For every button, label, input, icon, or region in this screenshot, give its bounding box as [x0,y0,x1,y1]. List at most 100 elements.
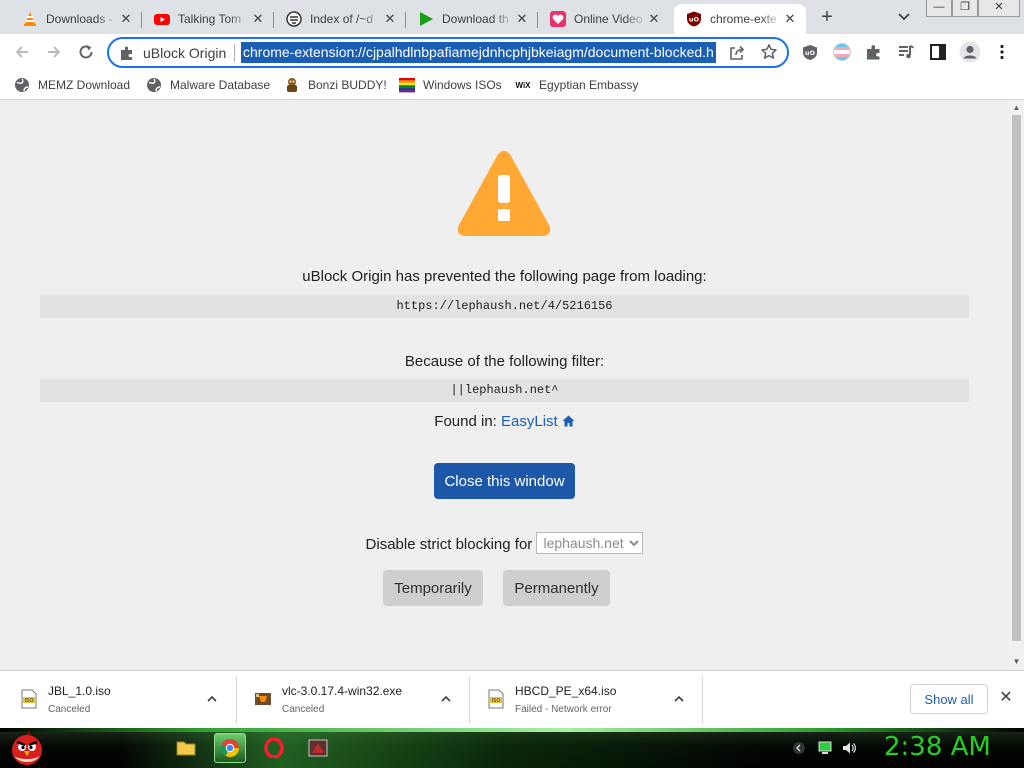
tab-strip: Downloads - ✕ Talking Tom ✕ Index of /~d… [0,0,1024,34]
download-filename: vlc-3.0.17.4-win32.exe [282,684,403,698]
vlc-cone-icon [22,11,38,27]
kebab-menu-icon[interactable] [993,43,1011,61]
tab-close-icon[interactable]: ✕ [118,11,134,27]
download-filename: JBL_1.0.iso [48,684,111,698]
download-status: Canceled [48,704,91,715]
warning-triangle-icon [454,145,554,239]
vertical-scrollbar[interactable]: ▲ ▼ [1009,101,1024,670]
tab-talking-tom[interactable]: Talking Tom ✕ [142,4,274,34]
bookmark-bonzi-buddy[interactable]: Bonzi BUDDY! [284,76,387,94]
chrome-icon[interactable] [214,733,246,763]
profile-avatar-icon[interactable] [959,41,981,63]
home-icon[interactable] [562,414,575,427]
download-separator [702,677,703,723]
easylist-link[interactable]: EasyList [501,413,558,430]
extension-name-chip: uBlock Origin [143,45,227,61]
bookmarks-bar: MEMZ Download Malware Database Bonzi BUD… [0,70,1024,100]
side-panel-icon[interactable] [929,43,947,61]
tab-close-icon[interactable]: ✕ [646,11,662,27]
disable-strict-label: Disable strict blocking for [365,536,537,553]
tab-downloads[interactable]: Downloads - ✕ [10,4,142,34]
media-playlist-icon[interactable] [897,43,915,61]
show-all-button[interactable]: Show all [910,684,988,714]
blocked-page: uBlock Origin has prevented the followin… [0,101,1009,670]
bookmark-egyptian-embassy[interactable]: WiX Egyptian Embassy [515,76,638,94]
bookmark-star-icon[interactable] [760,43,778,61]
maximize-button[interactable]: ❐ [952,0,978,17]
download-status: Canceled [282,704,325,715]
browser-toolbar: uBlock Origin chrome-extension://cjpalhd… [0,34,1024,70]
found-in-label: Found in: [434,413,501,430]
back-arrow-icon[interactable] [10,40,34,64]
tab-index-of[interactable]: Index of /~d ✕ [274,4,406,34]
close-window-page-button[interactable]: Close this window [434,463,575,499]
temporarily-button[interactable]: Temporarily [383,570,483,606]
tab-close-icon[interactable]: ✕ [782,11,798,27]
prevented-message: uBlock Origin has prevented the followin… [302,268,707,285]
bookmark-label: Bonzi BUDDY! [308,78,387,92]
permanently-button[interactable]: Permanently [503,570,610,606]
tab-title: Online Video [574,12,643,26]
bookmark-windows-isos[interactable]: Windows ISOs [399,76,502,94]
close-shelf-icon[interactable]: ✕ [997,689,1015,707]
tab-title: Download th [442,12,509,26]
server-icon [286,11,302,27]
tab-search-chevron-icon[interactable] [894,8,914,26]
network-monitor-icon[interactable] [818,741,832,755]
url-text[interactable]: chrome-extension://cjpalhdlnbpafiamejdnh… [241,42,716,63]
domain-select[interactable]: lephaush.net [536,532,644,554]
app-icon[interactable] [302,733,334,763]
iso-file-icon: ISO [487,689,505,709]
new-tab-button[interactable]: + [815,6,839,30]
volume-icon[interactable] [842,741,856,755]
scroll-thumb[interactable] [1012,115,1021,641]
file-explorer-icon[interactable] [170,733,202,763]
tab-title: Downloads - [46,12,113,26]
download-shelf: ISO JBL_1.0.iso Canceled vlc-3.0.17.4-wi… [0,670,1024,728]
chevron-up-icon[interactable] [205,692,219,706]
bonzi-icon [284,77,300,93]
reload-icon[interactable] [74,40,98,64]
tab-chrome-extension[interactable]: uO chrome-exte ✕ [674,4,806,34]
found-in-line: Found in: EasyList [0,413,1009,430]
tab-online-video[interactable]: Online Video ✕ [538,4,670,34]
scroll-down-icon[interactable]: ▼ [1012,658,1021,666]
svg-text:ISO: ISO [25,698,34,704]
ublock-shield-icon[interactable]: uO [801,43,819,61]
tab-title: Talking Tom [178,12,242,26]
download-item[interactable]: ISO HBCD_PE_x64.iso Failed - Network err… [467,677,699,723]
close-window-button[interactable]: ✕ [978,0,1020,17]
puzzle-piece-icon [119,45,135,61]
chevron-up-icon[interactable] [439,692,453,706]
download-item[interactable]: ISO JBL_1.0.iso Canceled [0,677,232,723]
share-icon[interactable] [728,44,746,62]
address-bar[interactable]: uBlock Origin chrome-extension://cjpalhd… [107,37,789,68]
scroll-up-icon[interactable]: ▲ [1012,104,1021,112]
filter-message: Because of the following filter: [404,353,605,370]
bookmark-malware-database[interactable]: Malware Database [146,76,270,94]
wix-icon: WiX [515,80,531,90]
extensions-puzzle-icon[interactable] [865,43,883,61]
tab-close-icon[interactable]: ✕ [250,11,266,27]
angry-bird-start-icon[interactable] [8,730,46,766]
opera-icon[interactable] [258,733,290,763]
tab-download-the[interactable]: Download th ✕ [406,4,538,34]
svg-text:ISO: ISO [492,698,501,704]
ublock-icon: uO [686,11,702,27]
disable-strict-row: Disable strict blocking for lephaush.net [0,532,1009,554]
download-item[interactable]: vlc-3.0.17.4-win32.exe Canceled [234,677,466,723]
youtube-icon [154,11,170,27]
bookmark-memz-download[interactable]: MEMZ Download [14,76,130,94]
clock[interactable]: 2:38 AM [884,732,991,762]
forward-arrow-icon[interactable] [42,40,66,64]
tab-close-icon[interactable]: ✕ [382,11,398,27]
minimize-button[interactable]: — [926,0,952,17]
tray-chevron-icon[interactable] [792,741,806,755]
download-status: Failed - Network error [515,704,612,715]
chevron-up-icon[interactable] [672,692,686,706]
exe-file-icon [254,689,272,709]
trans-flag-icon[interactable] [833,43,851,61]
tab-close-icon[interactable]: ✕ [514,11,530,27]
tab-title: Index of /~d [310,12,374,26]
play-triangle-icon [418,11,434,27]
